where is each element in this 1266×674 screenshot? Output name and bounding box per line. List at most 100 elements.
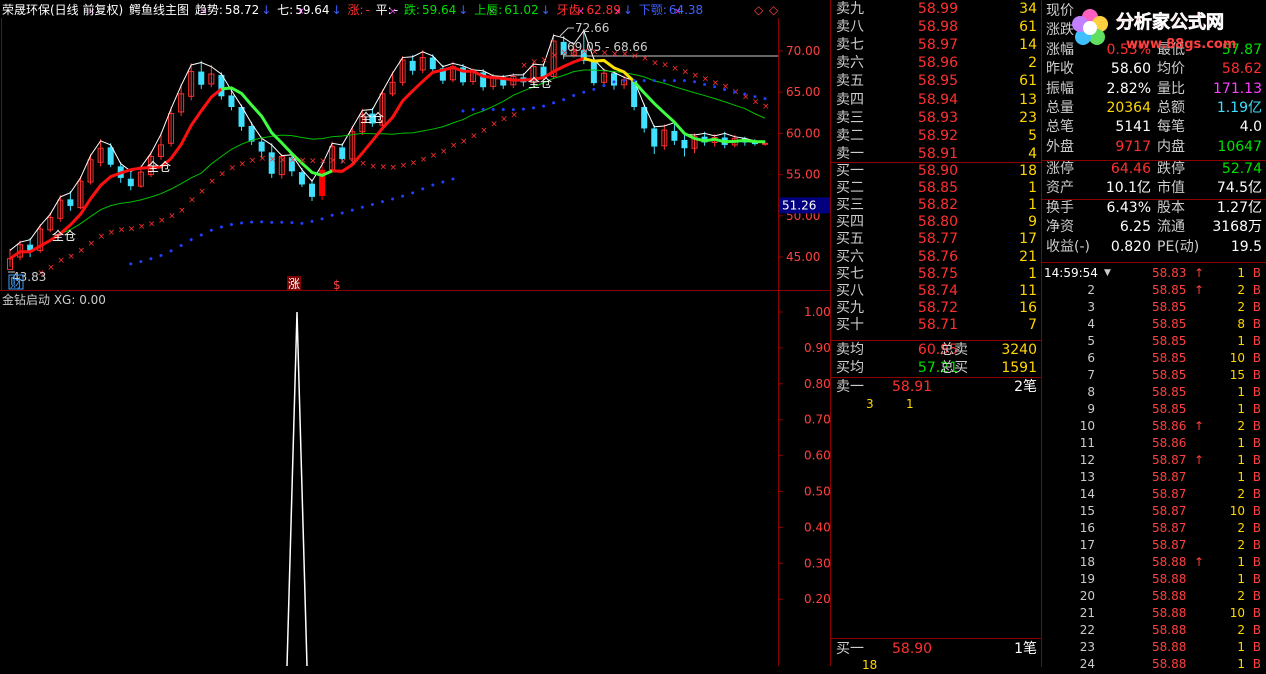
tick-direction: B bbox=[1252, 436, 1261, 450]
jaw-dot bbox=[219, 225, 223, 229]
ask-volume: 61 bbox=[1019, 73, 1037, 90]
tick-up-arrow-icon: ↑ bbox=[1194, 283, 1205, 297]
ask-row: 卖四 58.94 13 bbox=[834, 91, 1039, 109]
tick-index: 20 bbox=[1079, 589, 1095, 603]
info-label: 净资 bbox=[1046, 219, 1074, 236]
info-value: 6.25 bbox=[1119, 219, 1151, 236]
tick-direction: B bbox=[1252, 368, 1261, 382]
seven-value: 59.64 bbox=[295, 3, 330, 17]
tick-row[interactable]: 23 58.88 1 B bbox=[1042, 639, 1266, 656]
candle-body bbox=[762, 142, 768, 145]
price-axis-label: 70.00 bbox=[786, 44, 820, 58]
jaw-dot bbox=[169, 249, 173, 253]
tick-volume: 15 bbox=[1229, 368, 1245, 382]
tick-row[interactable]: 15 58.87 10 B bbox=[1042, 503, 1266, 520]
tick-index: 10 bbox=[1079, 419, 1095, 433]
bid-price: 58.76 bbox=[917, 248, 958, 265]
tick-direction: B bbox=[1252, 521, 1261, 535]
teeth-x-mark: × bbox=[651, 58, 659, 68]
kline-chart[interactable]: 70.0065.0060.0055.0050.0045.0051.26××× ××… bbox=[0, 0, 830, 666]
bid-average-row: 买均 57.21 总买 1591 bbox=[834, 359, 1039, 377]
sub-axis-label: 0.60 bbox=[804, 449, 830, 463]
upper-lip-label: 上唇: bbox=[474, 3, 503, 17]
tick-row[interactable]: 12 58.87 ↑ 1 B bbox=[1042, 452, 1266, 469]
tick-price: 58.83 bbox=[1152, 266, 1187, 280]
trend-arrow-icon: ↓ bbox=[261, 3, 272, 17]
ask-volume: 61 bbox=[1019, 19, 1037, 36]
expand-diamond-icon[interactable]: ◇ bbox=[754, 3, 763, 17]
tick-volume: 10 bbox=[1229, 504, 1245, 518]
tick-row[interactable]: 17 58.87 2 B bbox=[1042, 537, 1266, 554]
tick-row[interactable]: 13 58.87 1 B bbox=[1042, 469, 1266, 486]
tick-row[interactable]: 2 58.85 ↑ 2 B bbox=[1042, 282, 1266, 299]
jaw-dot bbox=[662, 79, 666, 83]
info-value: 10647 bbox=[1217, 138, 1262, 155]
info-row: 总量 20364 总额 1.19亿 bbox=[1044, 99, 1266, 118]
tick-row[interactable]: 3 58.85 2 B bbox=[1042, 299, 1266, 316]
jaw-dot bbox=[189, 238, 193, 242]
jaw-dot bbox=[531, 106, 535, 110]
tick-row[interactable]: 22 58.88 2 B bbox=[1042, 622, 1266, 639]
teeth-x-mark: × bbox=[390, 163, 398, 173]
options-diamond-icon[interactable]: ◇ bbox=[769, 3, 778, 17]
candle-body bbox=[198, 71, 205, 85]
info-label: 资产 bbox=[1046, 180, 1074, 197]
tick-row[interactable]: 16 58.87 2 B bbox=[1042, 520, 1266, 537]
ask-row: 卖九 58.99 34 bbox=[834, 0, 1039, 18]
tick-row[interactable]: 5 58.85 1 B bbox=[1042, 333, 1266, 350]
jaw-dot bbox=[159, 254, 163, 258]
teeth-x-mark: × bbox=[218, 170, 226, 180]
ask-volume: 5 bbox=[1028, 127, 1037, 144]
tick-detail-panel[interactable]: 14:59:54 ▼ 58.83 ↑ 1 B 2 58.85 ↑ 2 B 3 58.85 2 B 4 58.85… bbox=[1041, 262, 1266, 671]
tick-row[interactable]: 8 58.85 1 B bbox=[1042, 384, 1266, 401]
teeth-x-mark: × bbox=[148, 219, 156, 229]
bid-row: 买六 58.76 21 bbox=[834, 248, 1039, 266]
info-row: 资产 10.1亿 市值 74.5亿 bbox=[1044, 179, 1266, 198]
ping-label: 平: bbox=[375, 3, 392, 17]
tick-row[interactable]: 20 58.88 2 B bbox=[1042, 588, 1266, 605]
trend-value: 58.72 bbox=[224, 3, 260, 17]
tick-time: 14:59:54 bbox=[1044, 266, 1098, 280]
sub-axis-label: 0.90 bbox=[804, 341, 830, 355]
teeth-x-mark: × bbox=[752, 98, 760, 108]
teeth-x-mark: × bbox=[470, 131, 478, 141]
jaw-dot bbox=[521, 107, 525, 111]
tick-row[interactable]: 7 58.85 15 B bbox=[1042, 367, 1266, 384]
tick-index: 7 bbox=[1087, 368, 1095, 382]
info-row: 换手 6.43% 股本 1.27亿 bbox=[1044, 199, 1266, 218]
info-label: 均价 bbox=[1157, 61, 1185, 78]
info-label: PE(动) bbox=[1157, 238, 1200, 255]
tick-price: 58.87 bbox=[1152, 487, 1187, 501]
teeth-x-mark: × bbox=[88, 239, 96, 249]
jaw-dot bbox=[441, 180, 445, 184]
ask-price: 58.94 bbox=[917, 91, 958, 108]
tick-row[interactable]: 21 58.88 10 B bbox=[1042, 605, 1266, 622]
tick-row[interactable]: 19 58.88 1 B bbox=[1042, 571, 1266, 588]
chart-area[interactable]: 70.00 65.00 60.00 55.00 50.00 45.00 51.26 × × × × ×… bbox=[0, 0, 830, 666]
jaw-dot bbox=[743, 92, 747, 96]
tick-row[interactable]: 14:59:54 ▼ 58.83 ↑ 1 B bbox=[1042, 265, 1266, 282]
tick-row[interactable]: 9 58.85 1 B bbox=[1042, 401, 1266, 418]
tick-row[interactable]: 14 58.87 2 B bbox=[1042, 486, 1266, 503]
tick-volume: 1 bbox=[1237, 402, 1245, 416]
tick-row[interactable]: 10 58.86 ↑ 2 B bbox=[1042, 418, 1266, 435]
tick-direction: B bbox=[1252, 283, 1261, 297]
tick-row[interactable]: 24 58.88 1 B bbox=[1042, 656, 1266, 673]
teeth-x-mark: × bbox=[289, 156, 297, 166]
teeth-x-mark: × bbox=[67, 252, 75, 262]
sell1-count: 2笔 bbox=[1014, 379, 1037, 395]
ask-row: 卖六 58.96 2 bbox=[834, 54, 1039, 72]
jaw-dot bbox=[451, 177, 455, 181]
tick-row[interactable]: 6 58.85 10 B bbox=[1042, 350, 1266, 367]
bid-price: 58.72 bbox=[917, 299, 958, 316]
tick-row[interactable]: 18 58.88 ↑ 1 B bbox=[1042, 554, 1266, 571]
jaw-dot bbox=[763, 97, 767, 101]
jaw-dot bbox=[350, 208, 354, 212]
tick-row[interactable]: 4 58.85 8 B bbox=[1042, 316, 1266, 333]
tick-direction: B bbox=[1252, 385, 1261, 399]
tick-direction: B bbox=[1252, 402, 1261, 416]
tick-row[interactable]: 11 58.86 1 B bbox=[1042, 435, 1266, 452]
sub-axis-label: 0.20 bbox=[804, 592, 830, 606]
sub-chart-title: 金钻启动 XG: 0.00 bbox=[2, 293, 106, 307]
teeth-x-mark: × bbox=[168, 211, 176, 221]
